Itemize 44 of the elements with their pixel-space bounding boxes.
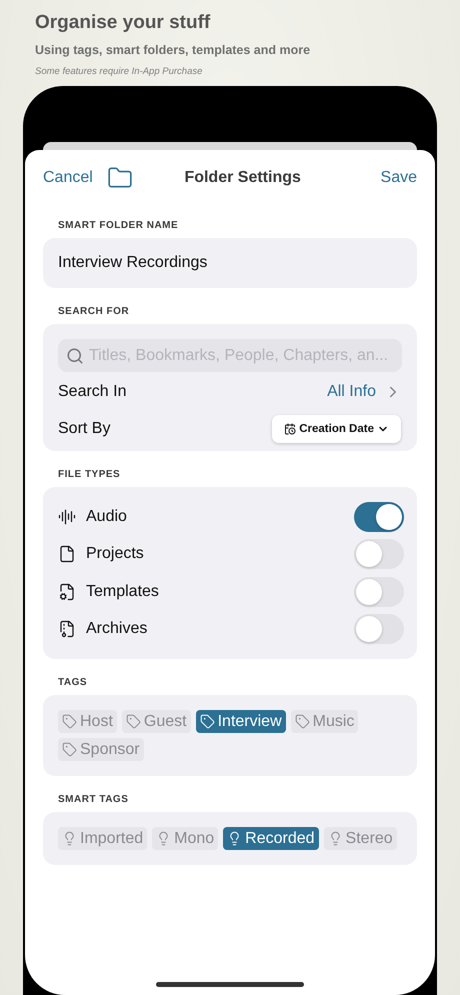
purchase-note: Some features require In-App Purchase: [35, 66, 204, 77]
tag-chip[interactable]: Stereo: [324, 827, 397, 850]
template-icon: [58, 582, 76, 601]
toggle-switch[interactable]: [354, 614, 404, 644]
headline: Organise your stuff: [35, 12, 212, 34]
audio-icon: [58, 508, 76, 526]
section-label: FILE TYPES: [58, 469, 122, 480]
section-label: SMART TAGS: [58, 794, 130, 805]
tag-chip[interactable]: Guest: [122, 710, 191, 733]
tag-chip[interactable]: Recorded: [223, 827, 319, 850]
tag-icon: [62, 714, 77, 729]
tag-chip[interactable]: Imported: [58, 827, 148, 850]
file-type-label: Templates: [86, 582, 159, 601]
cancel-button[interactable]: Cancel: [43, 169, 93, 187]
folder-name-field[interactable]: Interview Recordings: [43, 238, 417, 288]
section-label: SMART FOLDER NAME: [58, 220, 180, 231]
file-type-label: Projects: [86, 545, 144, 564]
archive-icon: [58, 620, 76, 638]
sheet-title: Folder Settings: [183, 169, 302, 187]
subtitle: Using tags, smart folders, templates and more: [35, 43, 312, 57]
calendar-icon: [284, 423, 296, 435]
tag-chip[interactable]: Music: [290, 710, 358, 733]
project-icon: [58, 545, 76, 564]
toggle-switch[interactable]: [354, 502, 404, 532]
file-type-label: Audio: [86, 508, 127, 526]
tag-icon: [294, 714, 310, 729]
tag-chip[interactable]: Mono: [152, 827, 218, 850]
tag-chip[interactable]: Interview: [196, 710, 286, 733]
search-icon: [66, 346, 84, 364]
row-label: Sort By: [58, 420, 110, 438]
tag-chip[interactable]: Host: [58, 710, 117, 733]
tag-icon: [126, 714, 141, 729]
toggle-switch[interactable]: [354, 539, 404, 570]
tag-icon: [200, 714, 215, 729]
save-button[interactable]: Save: [380, 169, 417, 187]
search-in-link[interactable]: All Info: [327, 382, 402, 400]
section-label: SEARCH FOR: [58, 306, 130, 317]
toggle-switch[interactable]: [354, 576, 404, 607]
row-label: Search In: [58, 382, 126, 400]
tag-chip[interactable]: Sponsor: [58, 738, 144, 761]
sort-dropdown[interactable]: Creation Date: [272, 415, 401, 443]
tag-icon: [62, 742, 77, 757]
file-type-label: Archives: [86, 620, 148, 638]
section-label: TAGS: [58, 677, 88, 688]
